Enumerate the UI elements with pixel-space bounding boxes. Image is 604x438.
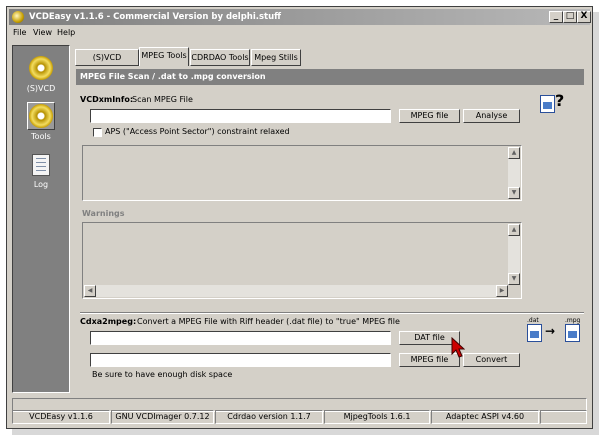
tools-disc-icon	[29, 104, 53, 128]
mpeg-output-input[interactable]	[90, 353, 391, 367]
tab-svcd-build-rip[interactable]: (S)VCD Build/Rip	[75, 49, 139, 77]
help-glyph: ?	[555, 91, 565, 110]
convert-title: Cdxa2mpeg:	[80, 317, 137, 326]
mpg-ext-label: .mpg	[565, 317, 581, 324]
status-bar: VCDEasy v1.1.6 GNU VCDImager 0.7.12 Cdrd…	[12, 410, 587, 424]
mpeg-file-input[interactable]	[90, 109, 391, 123]
warnings-memo: ▲ ▼ ◀ ▶	[82, 222, 522, 299]
status-mjpegtools-version: MjpegTools 1.6.1	[324, 410, 430, 424]
dat-file-input[interactable]	[90, 331, 391, 345]
close-button[interactable]: X	[577, 11, 591, 23]
scroll-up-button[interactable]: ▲	[508, 147, 520, 159]
menu-help[interactable]: Help	[57, 28, 75, 37]
horizontal-scrollbar[interactable]: ◀ ▶	[84, 285, 508, 297]
scan-subtitle: Scan MPEG File	[132, 95, 193, 104]
analyse-button[interactable]: Analyse	[463, 109, 520, 123]
status-cdrdao-version: Cdrdao version 1.1.7	[215, 410, 323, 424]
scroll-down-button[interactable]: ▼	[508, 273, 520, 285]
scan-title: VCDxmInfo:	[80, 95, 134, 104]
window-title: VCDEasy v1.1.6 - Commercial Version by d…	[29, 12, 282, 22]
tab-cdrdao-tools[interactable]: CDRDAO Tools	[190, 49, 250, 66]
sidebar-item-label: Tools	[31, 132, 51, 141]
title-bar[interactable]: VCDEasy v1.1.6 - Commercial Version by d…	[9, 9, 591, 25]
scroll-down-button[interactable]: ▼	[508, 187, 520, 199]
status-empty-panel	[540, 410, 587, 424]
tab-mpeg-tools[interactable]: MPEG Tools	[139, 47, 189, 66]
arrow-icon: →	[545, 324, 556, 338]
vertical-scrollbar[interactable]: ▲ ▼	[508, 224, 520, 285]
panel-header: MPEG File Scan / .dat to .mpg conversion	[76, 69, 584, 85]
sidebar: (S)VCD Tools Log	[12, 45, 70, 393]
status-vcdimager-version: GNU VCDImager 0.7.12	[111, 410, 214, 424]
convert-button[interactable]: Convert	[463, 353, 520, 367]
app-disc-icon	[12, 11, 24, 23]
section-separator	[80, 312, 584, 314]
disk-space-note: Be sure to have enough disk space	[92, 370, 233, 379]
minimize-button[interactable]: _	[549, 11, 563, 23]
maximize-button[interactable]: □	[563, 11, 577, 23]
dat-ext-label: .dat	[527, 317, 539, 324]
sidebar-item-label: (S)VCD	[26, 84, 56, 93]
menu-file[interactable]: File	[13, 28, 26, 37]
tab-mpeg-stills[interactable]: Mpeg Stills	[251, 49, 301, 66]
aps-label: APS ("Access Point Sector") constraint r…	[105, 127, 290, 136]
mpeg-info-icon: ?	[540, 91, 565, 113]
convert-subtitle: Convert a MPEG File with Riff header (.d…	[137, 317, 400, 326]
vertical-scrollbar[interactable]: ▲ ▼	[508, 147, 520, 199]
mouse-cursor-icon	[451, 337, 465, 358]
main-window: VCDEasy v1.1.6 - Commercial Version by d…	[6, 6, 593, 429]
scroll-right-button[interactable]: ▶	[496, 285, 508, 297]
scroll-left-button[interactable]: ◀	[84, 285, 96, 297]
sidebar-item-label: Log	[33, 180, 49, 189]
warnings-label: Warnings	[82, 209, 125, 218]
status-aspi-version: Adaptec ASPI v4.60	[431, 410, 539, 424]
vcd-disc-icon	[29, 56, 53, 80]
aps-checkbox[interactable]	[93, 128, 102, 137]
log-page-icon	[32, 154, 50, 176]
status-vcdeasy-version: VCDEasy v1.1.6	[12, 410, 110, 424]
dat-to-mpg-icon: .dat → .mpg	[527, 317, 583, 342]
scan-output-memo: ▲ ▼	[82, 145, 522, 201]
menu-view[interactable]: View	[33, 28, 52, 37]
menu-bar: File View Help	[9, 26, 590, 41]
mpeg-file-button[interactable]: MPEG file	[399, 109, 460, 123]
scroll-up-button[interactable]: ▲	[508, 224, 520, 236]
